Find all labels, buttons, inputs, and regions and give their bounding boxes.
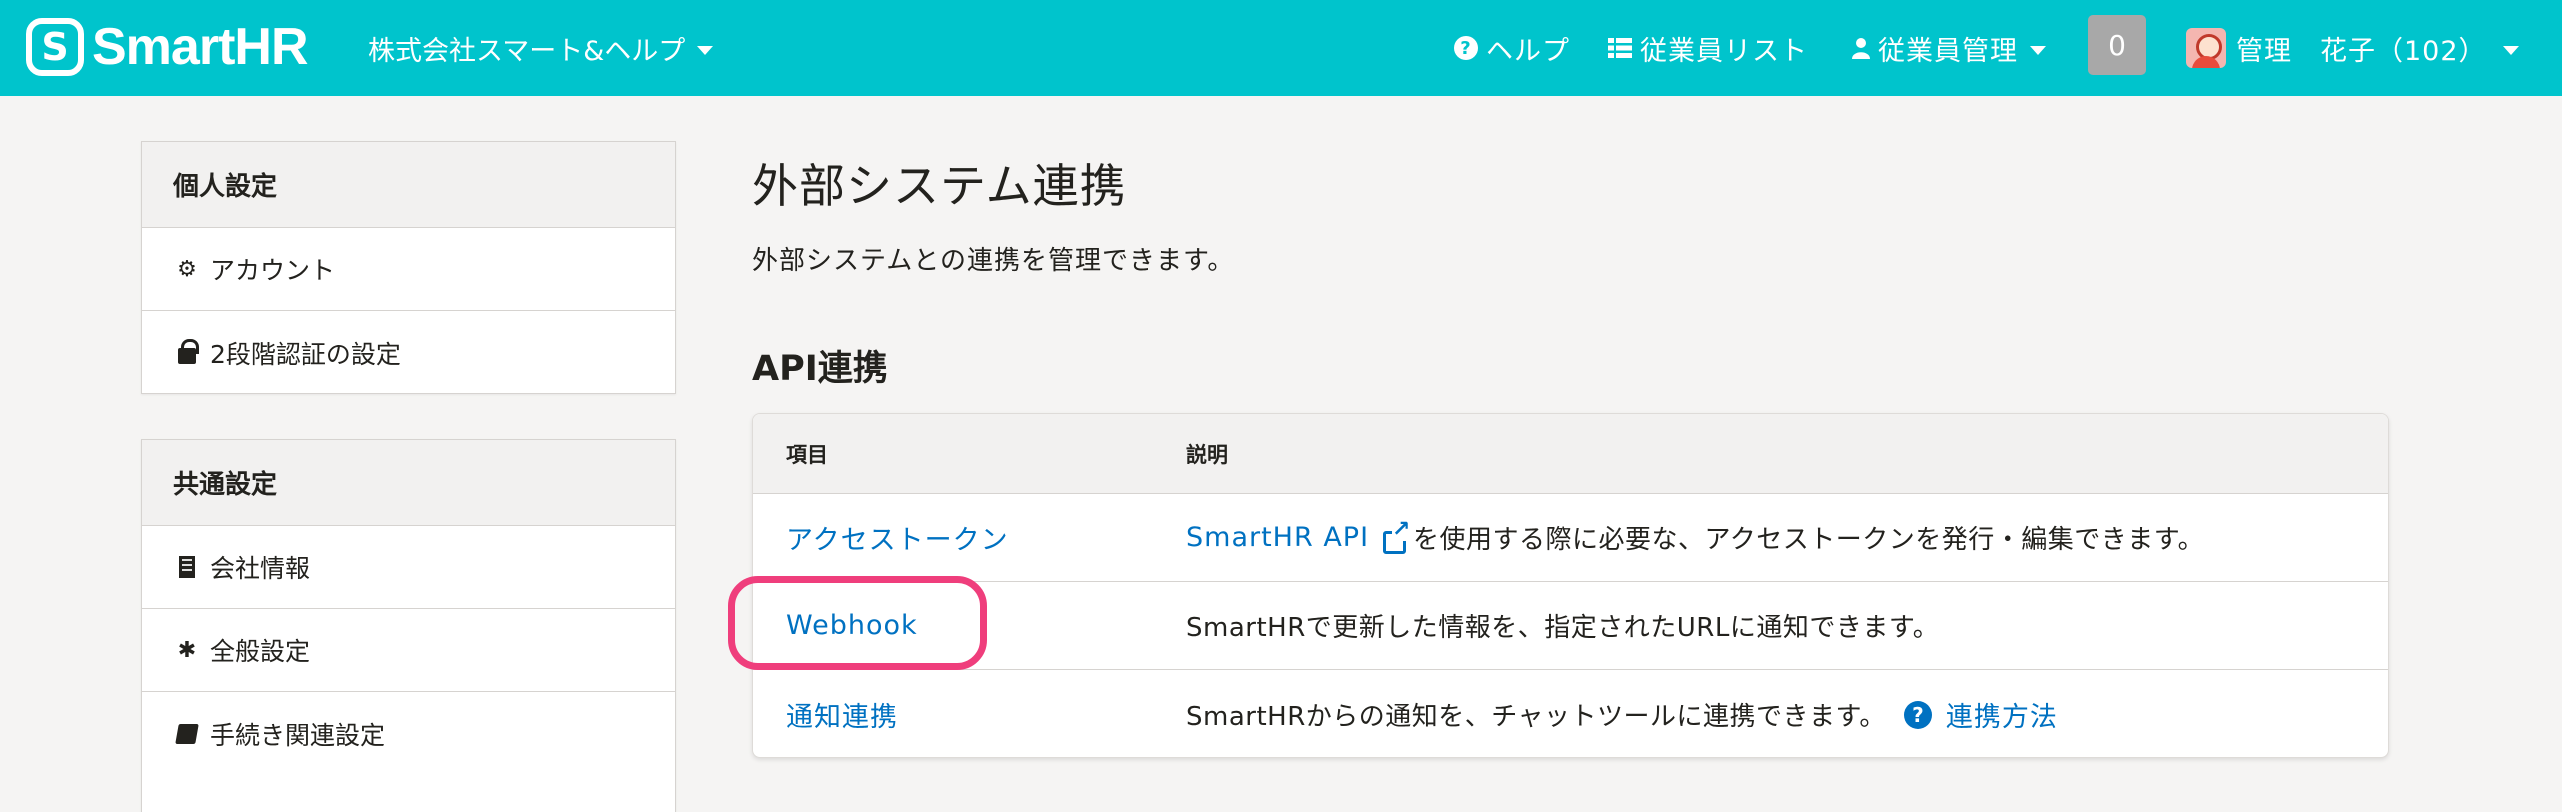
column-header-item: 項目 — [786, 442, 828, 467]
asterisk-icon: ✱ — [177, 637, 197, 663]
sidebar-item-label: 全般設定 — [210, 637, 311, 666]
sidebar-item-label: 会社情報 — [210, 554, 311, 583]
nav-employee-manage-dropdown[interactable]: 従業員管理 — [1852, 26, 2046, 70]
sidebar-item-label: アカウント — [210, 256, 336, 285]
row-description-text: を使用する際に必要な、アクセストークンを発行・編集できます。 — [1413, 525, 2205, 555]
company-switcher[interactable]: 株式会社スマート&ヘルプ — [368, 26, 714, 70]
chevron-down-icon — [2502, 45, 2519, 55]
notification-integration-link-label: 通知連携 — [786, 702, 898, 733]
nav-help-link[interactable]: ? ヘルプ — [1454, 26, 1570, 70]
common-settings-panel: 共通設定 会社情報 ✱ 全般設定 手続き関連設定 — [141, 439, 676, 812]
table-row: Webhook SmartHRで更新した情報を、指定されたURLに通知できます。 — [753, 582, 2388, 670]
notification-badge[interactable]: 0 — [2088, 15, 2146, 75]
sidebar-item-label: 2段階認証の設定 — [210, 339, 401, 369]
access-token-link[interactable]: アクセストークン — [786, 494, 1009, 581]
nav-employee-manage-label: 従業員管理 — [1878, 35, 2018, 67]
column-header-description: 説明 — [1186, 442, 1228, 467]
gear-icon: ⚙ — [177, 256, 197, 282]
avatar — [2186, 28, 2226, 68]
brand-name: SmartHR — [92, 18, 308, 76]
webhook-highlight-annotation — [728, 576, 987, 670]
table-row: アクセストークン SmartHR API を使用する際に必要な、アクセストークン… — [753, 494, 2388, 582]
table-row: 通知連携 SmartHRからの通知を、チャットツールに連携できます。 ? 連携方… — [753, 670, 2388, 757]
user-name: 管理 花子（102） — [2236, 35, 2487, 67]
lock-icon — [176, 338, 199, 364]
sidebar-item-two-factor[interactable]: 2段階認証の設定 — [142, 311, 675, 394]
top-header: S SmartHR 株式会社スマート&ヘルプ ? ヘルプ 従業員リスト 従業員管… — [0, 0, 2562, 96]
building-icon — [176, 556, 198, 578]
smarthr-logo[interactable]: S SmartHR — [26, 16, 308, 78]
personal-settings-heading: 個人設定 — [142, 142, 675, 228]
sidebar-item-procedures[interactable]: 手続き関連設定 — [142, 692, 675, 775]
nav-employee-list-link[interactable]: 従業員リスト — [1608, 26, 1808, 70]
user-icon — [1852, 37, 1870, 59]
row-description: SmartHR API を使用する際に必要な、アクセストークンを発行・編集できま… — [1186, 494, 2204, 581]
sidebar-item-account[interactable]: ⚙ アカウント — [142, 228, 675, 311]
book-icon — [175, 723, 199, 745]
chevron-down-icon — [697, 45, 714, 55]
personal-settings-panel: 個人設定 ⚙ アカウント 2段階認証の設定 — [141, 141, 676, 394]
row-description-text: SmartHRからの通知を、チャットツールに連携できます。 — [1186, 702, 1886, 732]
page-description: 外部システムとの連携を管理できます。 — [752, 246, 1235, 276]
sidebar-item-company-info[interactable]: 会社情報 — [142, 526, 675, 609]
nav-employee-list-label: 従業員リスト — [1640, 35, 1808, 67]
common-settings-heading: 共通設定 — [142, 440, 675, 526]
sidebar-item-label: 手続き関連設定 — [210, 720, 386, 750]
integration-method-link[interactable]: 連携方法 — [1946, 695, 2058, 734]
sidebar-item-general[interactable]: ✱ 全般設定 — [142, 609, 675, 692]
notification-integration-link[interactable]: 通知連携 — [786, 670, 898, 757]
section-title-api: API連携 — [752, 349, 888, 389]
chevron-down-icon — [2030, 45, 2046, 55]
row-description: SmartHRで更新した情報を、指定されたURLに通知できます。 — [1186, 582, 1939, 669]
company-name: 株式会社スマート&ヘルプ — [368, 35, 686, 67]
nav-help-label: ヘルプ — [1486, 35, 1570, 67]
page-title: 外部システム連携 — [752, 159, 1127, 213]
smarthr-logo-icon: S — [26, 18, 84, 76]
row-description: SmartHRからの通知を、チャットツールに連携できます。 ? 連携方法 — [1186, 670, 2058, 757]
user-menu[interactable]: 管理 花子（102） — [2186, 26, 2519, 70]
table-header: 項目 説明 — [753, 414, 2388, 494]
smarthr-api-link[interactable]: SmartHR API — [1186, 522, 1369, 553]
row-description-text: SmartHRで更新した情報を、指定されたURLに通知できます。 — [1186, 613, 1940, 643]
api-integration-table: 項目 説明 アクセストークン SmartHR API を使用する際に必要な、アク… — [752, 413, 2389, 758]
question-circle-icon[interactable]: ? — [1903, 700, 1932, 729]
access-token-link-label: アクセストークン — [786, 525, 1009, 556]
list-icon — [1608, 37, 1632, 59]
question-circle-icon: ? — [1454, 36, 1478, 60]
external-link-icon[interactable] — [1383, 518, 1411, 554]
